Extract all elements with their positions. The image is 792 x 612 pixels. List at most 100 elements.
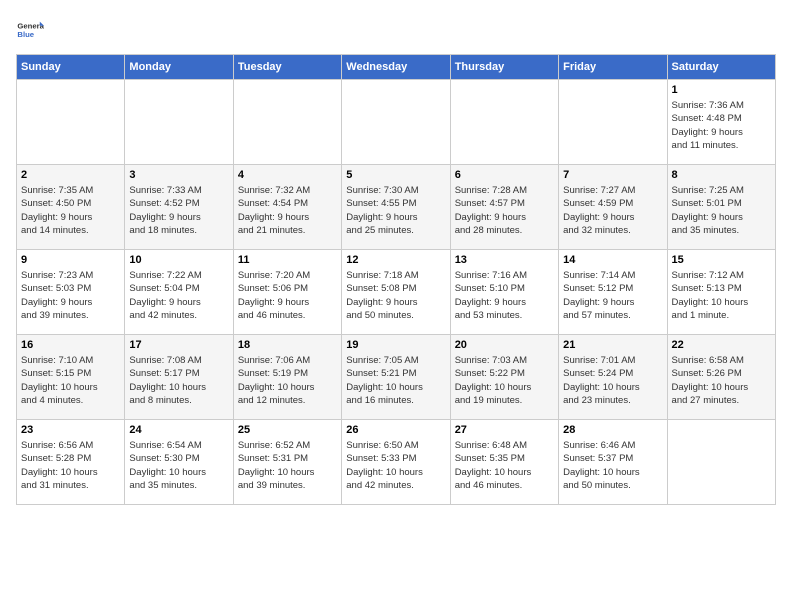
cell-day-number: 12 xyxy=(346,254,445,266)
svg-text:Blue: Blue xyxy=(17,30,34,39)
cell-info: Sunrise: 7:05 AM Sunset: 5:21 PM Dayligh… xyxy=(346,354,445,407)
calendar-cell: 24 Sunrise: 6:54 AM Sunset: 5:30 PM Dayli… xyxy=(125,420,233,505)
calendar-row: 23 Sunrise: 6:56 AM Sunset: 5:28 PM Dayli… xyxy=(17,420,776,505)
cell-day-number: 24 xyxy=(129,424,228,436)
calendar-cell xyxy=(667,420,775,505)
cell-day-number: 23 xyxy=(21,424,120,436)
cell-day-number: 25 xyxy=(238,424,337,436)
cell-info: Sunrise: 6:46 AM Sunset: 5:37 PM Dayligh… xyxy=(563,439,662,492)
cell-info: Sunrise: 7:06 AM Sunset: 5:19 PM Dayligh… xyxy=(238,354,337,407)
cell-day-number: 19 xyxy=(346,339,445,351)
calendar-cell: 25 Sunrise: 6:52 AM Sunset: 5:31 PM Dayli… xyxy=(233,420,341,505)
cell-day-number: 27 xyxy=(455,424,554,436)
cell-info: Sunrise: 7:03 AM Sunset: 5:22 PM Dayligh… xyxy=(455,354,554,407)
cell-day-number: 9 xyxy=(21,254,120,266)
calendar-cell: 16 Sunrise: 7:10 AM Sunset: 5:15 PM Dayli… xyxy=(17,335,125,420)
page-header: General Blue xyxy=(16,16,776,44)
calendar-cell: 20 Sunrise: 7:03 AM Sunset: 5:22 PM Dayli… xyxy=(450,335,558,420)
calendar-cell: 11 Sunrise: 7:20 AM Sunset: 5:06 PM Dayli… xyxy=(233,250,341,335)
weekday-header-monday: Monday xyxy=(125,55,233,80)
cell-info: Sunrise: 7:36 AM Sunset: 4:48 PM Dayligh… xyxy=(672,99,771,152)
cell-day-number: 5 xyxy=(346,169,445,181)
calendar-row: 2 Sunrise: 7:35 AM Sunset: 4:50 PM Daylig… xyxy=(17,165,776,250)
calendar-cell: 4 Sunrise: 7:32 AM Sunset: 4:54 PM Daylig… xyxy=(233,165,341,250)
cell-day-number: 3 xyxy=(129,169,228,181)
calendar-cell: 19 Sunrise: 7:05 AM Sunset: 5:21 PM Dayli… xyxy=(342,335,450,420)
calendar-cell: 8Sunrise: 7:25 AM Sunset: 5:01 PM Daylig… xyxy=(667,165,775,250)
cell-info: Sunrise: 6:50 AM Sunset: 5:33 PM Dayligh… xyxy=(346,439,445,492)
calendar-cell: 7 Sunrise: 7:27 AM Sunset: 4:59 PM Daylig… xyxy=(559,165,667,250)
cell-day-number: 17 xyxy=(129,339,228,351)
cell-info: Sunrise: 7:01 AM Sunset: 5:24 PM Dayligh… xyxy=(563,354,662,407)
cell-info: Sunrise: 6:54 AM Sunset: 5:30 PM Dayligh… xyxy=(129,439,228,492)
cell-day-number: 18 xyxy=(238,339,337,351)
cell-day-number: 8 xyxy=(672,169,771,181)
weekday-header-tuesday: Tuesday xyxy=(233,55,341,80)
weekday-header-friday: Friday xyxy=(559,55,667,80)
cell-info: Sunrise: 6:52 AM Sunset: 5:31 PM Dayligh… xyxy=(238,439,337,492)
calendar-cell: 15Sunrise: 7:12 AM Sunset: 5:13 PM Dayli… xyxy=(667,250,775,335)
calendar-cell: 14Sunrise: 7:14 AM Sunset: 5:12 PM Dayli… xyxy=(559,250,667,335)
weekday-header-saturday: Saturday xyxy=(667,55,775,80)
calendar-cell: 23 Sunrise: 6:56 AM Sunset: 5:28 PM Dayli… xyxy=(17,420,125,505)
calendar-cell: 2 Sunrise: 7:35 AM Sunset: 4:50 PM Daylig… xyxy=(17,165,125,250)
cell-info: Sunrise: 7:30 AM Sunset: 4:55 PM Dayligh… xyxy=(346,184,445,237)
cell-info: Sunrise: 7:08 AM Sunset: 5:17 PM Dayligh… xyxy=(129,354,228,407)
calendar-cell xyxy=(125,80,233,165)
cell-info: Sunrise: 7:16 AM Sunset: 5:10 PM Dayligh… xyxy=(455,269,554,322)
logo-icon: General Blue xyxy=(16,16,44,44)
calendar-cell: 3 Sunrise: 7:33 AM Sunset: 4:52 PM Daylig… xyxy=(125,165,233,250)
calendar-cell xyxy=(17,80,125,165)
calendar-cell: 1 Sunrise: 7:36 AM Sunset: 4:48 PM Daylig… xyxy=(667,80,775,165)
calendar-cell: 21 Sunrise: 7:01 AM Sunset: 5:24 PM Dayli… xyxy=(559,335,667,420)
cell-info: Sunrise: 7:12 AM Sunset: 5:13 PM Dayligh… xyxy=(672,269,771,322)
cell-day-number: 16 xyxy=(21,339,120,351)
calendar-header-row: SundayMondayTuesdayWednesdayThursdayFrid… xyxy=(17,55,776,80)
cell-day-number: 20 xyxy=(455,339,554,351)
weekday-header-wednesday: Wednesday xyxy=(342,55,450,80)
calendar-cell: 10 Sunrise: 7:22 AM Sunset: 5:04 PM Dayli… xyxy=(125,250,233,335)
calendar-cell xyxy=(450,80,558,165)
cell-day-number: 4 xyxy=(238,169,337,181)
cell-day-number: 2 xyxy=(21,169,120,181)
calendar-cell xyxy=(559,80,667,165)
cell-info: Sunrise: 6:56 AM Sunset: 5:28 PM Dayligh… xyxy=(21,439,120,492)
calendar-cell: 13 Sunrise: 7:16 AM Sunset: 5:10 PM Dayli… xyxy=(450,250,558,335)
cell-day-number: 13 xyxy=(455,254,554,266)
weekday-header-thursday: Thursday xyxy=(450,55,558,80)
cell-info: Sunrise: 7:33 AM Sunset: 4:52 PM Dayligh… xyxy=(129,184,228,237)
calendar-cell: 28Sunrise: 6:46 AM Sunset: 5:37 PM Dayli… xyxy=(559,420,667,505)
weekday-header-sunday: Sunday xyxy=(17,55,125,80)
calendar-cell: 9 Sunrise: 7:23 AM Sunset: 5:03 PM Daylig… xyxy=(17,250,125,335)
cell-info: Sunrise: 7:32 AM Sunset: 4:54 PM Dayligh… xyxy=(238,184,337,237)
cell-day-number: 6 xyxy=(455,169,554,181)
calendar-table: SundayMondayTuesdayWednesdayThursdayFrid… xyxy=(16,54,776,505)
calendar-cell: 5 Sunrise: 7:30 AM Sunset: 4:55 PM Daylig… xyxy=(342,165,450,250)
cell-info: Sunrise: 7:28 AM Sunset: 4:57 PM Dayligh… xyxy=(455,184,554,237)
cell-day-number: 10 xyxy=(129,254,228,266)
cell-info: Sunrise: 6:48 AM Sunset: 5:35 PM Dayligh… xyxy=(455,439,554,492)
calendar-cell: 27 Sunrise: 6:48 AM Sunset: 5:35 PM Dayli… xyxy=(450,420,558,505)
cell-info: Sunrise: 7:10 AM Sunset: 5:15 PM Dayligh… xyxy=(21,354,120,407)
logo: General Blue xyxy=(16,16,48,44)
cell-info: Sunrise: 7:22 AM Sunset: 5:04 PM Dayligh… xyxy=(129,269,228,322)
calendar-row: 1 Sunrise: 7:36 AM Sunset: 4:48 PM Daylig… xyxy=(17,80,776,165)
calendar-cell: 12 Sunrise: 7:18 AM Sunset: 5:08 PM Dayli… xyxy=(342,250,450,335)
cell-day-number: 21 xyxy=(563,339,662,351)
cell-info: Sunrise: 7:35 AM Sunset: 4:50 PM Dayligh… xyxy=(21,184,120,237)
cell-day-number: 26 xyxy=(346,424,445,436)
cell-info: Sunrise: 7:23 AM Sunset: 5:03 PM Dayligh… xyxy=(21,269,120,322)
cell-day-number: 7 xyxy=(563,169,662,181)
calendar-cell: 22Sunrise: 6:58 AM Sunset: 5:26 PM Dayli… xyxy=(667,335,775,420)
cell-info: Sunrise: 7:20 AM Sunset: 5:06 PM Dayligh… xyxy=(238,269,337,322)
calendar-row: 16 Sunrise: 7:10 AM Sunset: 5:15 PM Dayli… xyxy=(17,335,776,420)
calendar-row: 9 Sunrise: 7:23 AM Sunset: 5:03 PM Daylig… xyxy=(17,250,776,335)
calendar-cell xyxy=(233,80,341,165)
calendar-cell: 17 Sunrise: 7:08 AM Sunset: 5:17 PM Dayli… xyxy=(125,335,233,420)
cell-day-number: 11 xyxy=(238,254,337,266)
calendar-cell: 26 Sunrise: 6:50 AM Sunset: 5:33 PM Dayli… xyxy=(342,420,450,505)
cell-info: Sunrise: 7:27 AM Sunset: 4:59 PM Dayligh… xyxy=(563,184,662,237)
cell-day-number: 1 xyxy=(672,84,771,96)
cell-day-number: 14 xyxy=(563,254,662,266)
cell-info: Sunrise: 7:18 AM Sunset: 5:08 PM Dayligh… xyxy=(346,269,445,322)
